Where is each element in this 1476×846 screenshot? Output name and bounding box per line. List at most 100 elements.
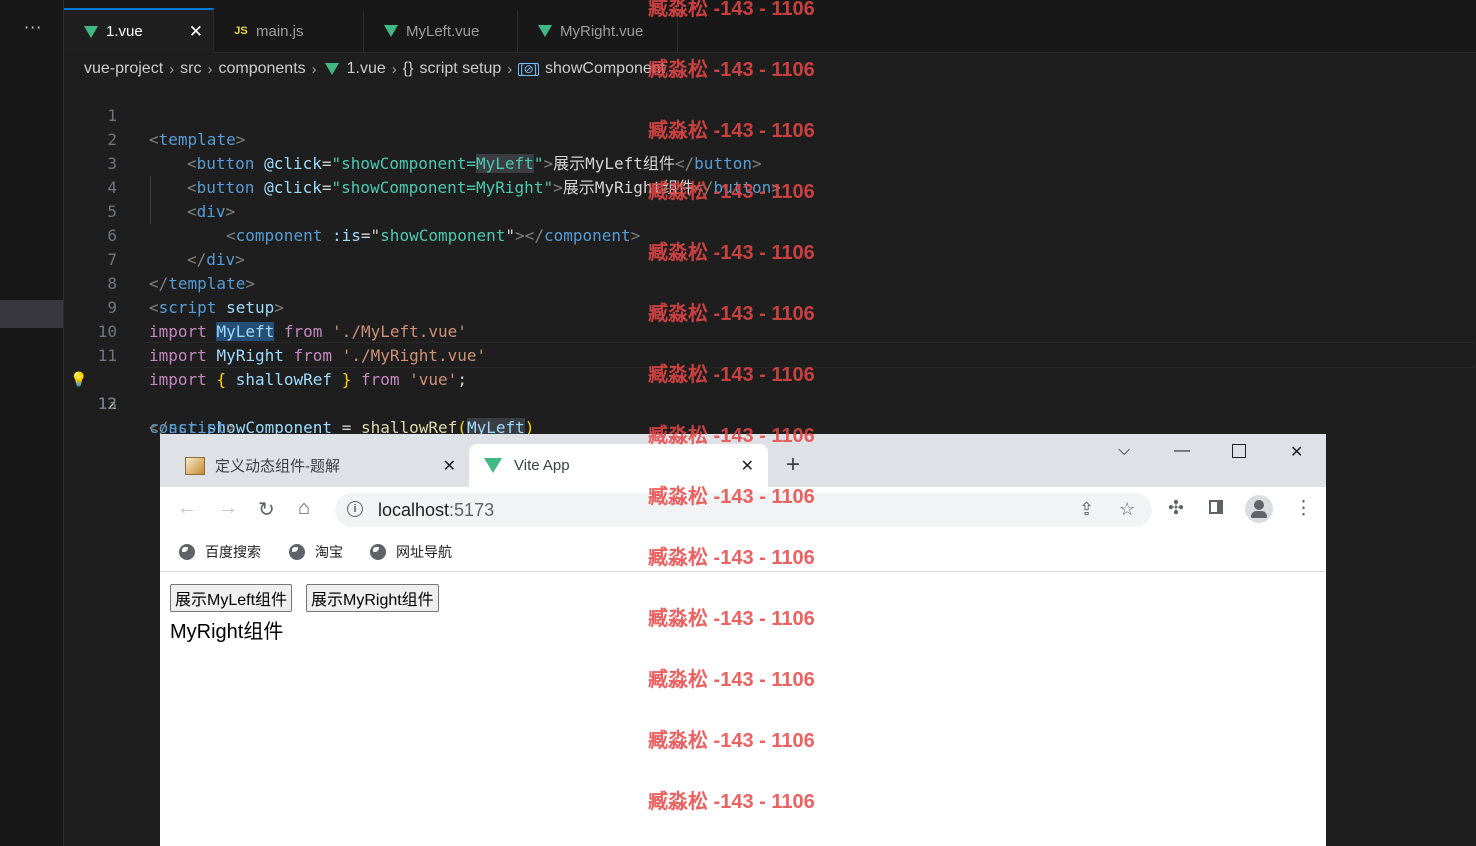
close-tab-icon[interactable]: ✕ bbox=[741, 456, 754, 476]
browser-toolbar: ← → ↻ ⌂ i localhost:5173 ⇪ ☆ ✣ ⋮ bbox=[160, 487, 1326, 533]
bookmark-star-icon[interactable]: ☆ bbox=[1119, 499, 1135, 520]
code-line: 9 import MyLeft from './MyLeft.vue' bbox=[64, 272, 467, 341]
bookmarks-bar: 百度搜索 淘宝 网址导航 bbox=[160, 533, 1326, 572]
share-icon[interactable]: ⇪ bbox=[1079, 499, 1094, 520]
code-line: 5 <component :is="showComponent"></compo… bbox=[64, 176, 640, 245]
vue-icon bbox=[484, 458, 502, 473]
bookmark-taobao[interactable]: 淘宝 bbox=[289, 542, 343, 562]
code-text: <component :is="showComponent"></compone… bbox=[226, 226, 641, 245]
close-tab-icon[interactable]: ✕ bbox=[443, 456, 456, 476]
vue-icon bbox=[84, 25, 98, 39]
chevron-right-icon: › bbox=[391, 60, 397, 78]
bookmark-baidu[interactable]: 百度搜索 bbox=[179, 542, 261, 562]
home-icon[interactable]: ⌂ bbox=[298, 497, 310, 520]
variable-icon: [⊘] bbox=[518, 61, 540, 76]
code-line: 6 </div> bbox=[64, 200, 244, 269]
tab-search-chevron-icon[interactable]: ⌵ bbox=[1118, 442, 1130, 460]
breadcrumb-item[interactable]: components bbox=[218, 60, 305, 78]
code-line: 7 </template> bbox=[64, 224, 255, 293]
browser-tab-solution[interactable]: 定义动态组件-题解 ✕ bbox=[175, 444, 470, 487]
maximize-icon[interactable] bbox=[1232, 444, 1246, 458]
component-output: MyRight组件 bbox=[170, 621, 284, 643]
page-content: 展示MyLeft组件 展示MyRight组件 MyRight组件 bbox=[160, 572, 1326, 846]
watermark-text: 臧淼松 -143 - 1106 bbox=[648, 59, 815, 81]
bookmark-label: 百度搜索 bbox=[205, 544, 261, 560]
site-info-icon[interactable]: i bbox=[347, 501, 363, 517]
vue-icon bbox=[384, 24, 398, 38]
bookmark-label: 淘宝 bbox=[315, 544, 343, 560]
js-icon: JS bbox=[234, 25, 248, 37]
vue-icon bbox=[538, 24, 552, 38]
braces-icon: {} bbox=[402, 60, 414, 77]
code-editor[interactable]: 1 <template> 2 <button @click="showCompo… bbox=[64, 80, 1476, 437]
code-text: import { shallowRef } from 'vue'; bbox=[149, 370, 467, 389]
indent-guide bbox=[150, 176, 151, 224]
globe-icon bbox=[179, 544, 195, 560]
tab-label: main.js bbox=[256, 22, 304, 40]
forward-arrow-icon[interactable]: → bbox=[218, 497, 238, 520]
kebab-menu-icon[interactable]: ⋮ bbox=[1294, 497, 1313, 520]
back-arrow-icon[interactable]: ← bbox=[177, 497, 197, 520]
code-text: </div> bbox=[187, 250, 245, 269]
code-text: <button @click="showComponent=MyRight">展… bbox=[187, 178, 781, 197]
close-window-icon[interactable]: ✕ bbox=[1290, 442, 1303, 462]
chevron-right-icon: › bbox=[507, 60, 513, 78]
tab-myleft-vue[interactable]: MyLeft.vue bbox=[364, 10, 518, 52]
tab-label: MyLeft.vue bbox=[406, 22, 480, 40]
tab-1-vue[interactable]: 1.vue ✕ bbox=[64, 8, 214, 53]
chevron-right-icon: › bbox=[169, 60, 175, 78]
breadcrumb-item[interactable]: src bbox=[180, 60, 201, 78]
breadcrumb: vue-project › src › components › 1.vue ›… bbox=[84, 57, 665, 81]
code-text: <template> bbox=[149, 130, 246, 149]
globe-icon bbox=[289, 544, 305, 560]
vue-icon bbox=[324, 63, 339, 75]
address-bar[interactable]: i localhost:5173 ⇪ ☆ bbox=[335, 493, 1152, 527]
code-line: 13 </script> bbox=[64, 368, 236, 437]
code-line: 3 <button @click="showComponent=MyRight"… bbox=[64, 128, 781, 197]
show-myright-button[interactable]: 展示MyRight组件 bbox=[306, 584, 439, 612]
code-text: import MyRight from './MyRight.vue' bbox=[149, 346, 487, 365]
tab-label: MyRight.vue bbox=[560, 22, 644, 40]
show-myleft-button[interactable]: 展示MyLeft组件 bbox=[170, 584, 293, 612]
code-line: 2 <button @click="showComponent=MyLeft">… bbox=[64, 104, 762, 173]
browser-tab-title: Vite App bbox=[514, 457, 570, 474]
code-text: <div> bbox=[187, 202, 236, 221]
tab-label: 1.vue bbox=[106, 23, 143, 40]
bookmark-label: 网址导航 bbox=[396, 544, 452, 560]
minimize-icon[interactable]: — bbox=[1174, 442, 1190, 460]
tab-myright-vue[interactable]: MyRight.vue bbox=[518, 10, 678, 52]
code-line: 8 <script setup> bbox=[64, 248, 284, 317]
breadcrumb-item[interactable]: vue-project bbox=[84, 60, 163, 78]
extensions-puzzle-icon[interactable]: ✣ bbox=[1168, 497, 1184, 520]
reload-icon[interactable]: ↻ bbox=[258, 497, 275, 522]
profile-avatar-icon[interactable] bbox=[1245, 495, 1273, 523]
browser-tab-vite-app[interactable]: Vite App ✕ bbox=[469, 444, 768, 487]
browser-tab-title: 定义动态组件-题解 bbox=[215, 458, 340, 475]
side-panel-icon[interactable] bbox=[1209, 500, 1223, 514]
code-line: 💡 12 const showComponent = shallowRef(My… bbox=[64, 344, 534, 437]
new-tab-button[interactable]: + bbox=[786, 451, 800, 479]
breadcrumb-item[interactable]: script setup bbox=[419, 60, 501, 78]
code-line: 10 import MyRight from './MyRight.vue' bbox=[64, 296, 486, 365]
tab-main-js[interactable]: JS main.js bbox=[214, 10, 364, 52]
code-line: 4 <div> bbox=[64, 152, 235, 221]
breadcrumb-item[interactable]: 1.vue bbox=[347, 60, 386, 78]
code-text: import MyLeft from './MyLeft.vue' bbox=[149, 322, 467, 341]
globe-icon bbox=[370, 544, 386, 560]
breadcrumb-item[interactable]: showComponent bbox=[545, 60, 665, 78]
chevron-right-icon: › bbox=[207, 60, 213, 78]
code-text: <script setup> bbox=[149, 298, 284, 317]
code-line: 11 import { shallowRef } from 'vue'; bbox=[64, 320, 467, 389]
close-icon[interactable]: ✕ bbox=[189, 22, 203, 42]
chevron-right-icon: › bbox=[311, 60, 317, 78]
activity-selection bbox=[0, 300, 63, 328]
browser-tab-strip: 定义动态组件-题解 ✕ Vite App ✕ + ⌵ — ✕ bbox=[160, 434, 1326, 487]
code-text: </template> bbox=[149, 274, 255, 293]
ellipsis-icon[interactable]: ··· bbox=[24, 18, 42, 37]
code-line: 1 <template> bbox=[64, 80, 245, 149]
browser-window: 定义动态组件-题解 ✕ Vite App ✕ + ⌵ — ✕ ← → ↻ ⌂ i… bbox=[160, 434, 1326, 846]
bookmark-nav[interactable]: 网址导航 bbox=[370, 542, 452, 562]
page-favicon-icon bbox=[185, 456, 205, 475]
address-url[interactable]: localhost:5173 bbox=[378, 500, 494, 521]
line-number: 13 bbox=[97, 394, 117, 413]
